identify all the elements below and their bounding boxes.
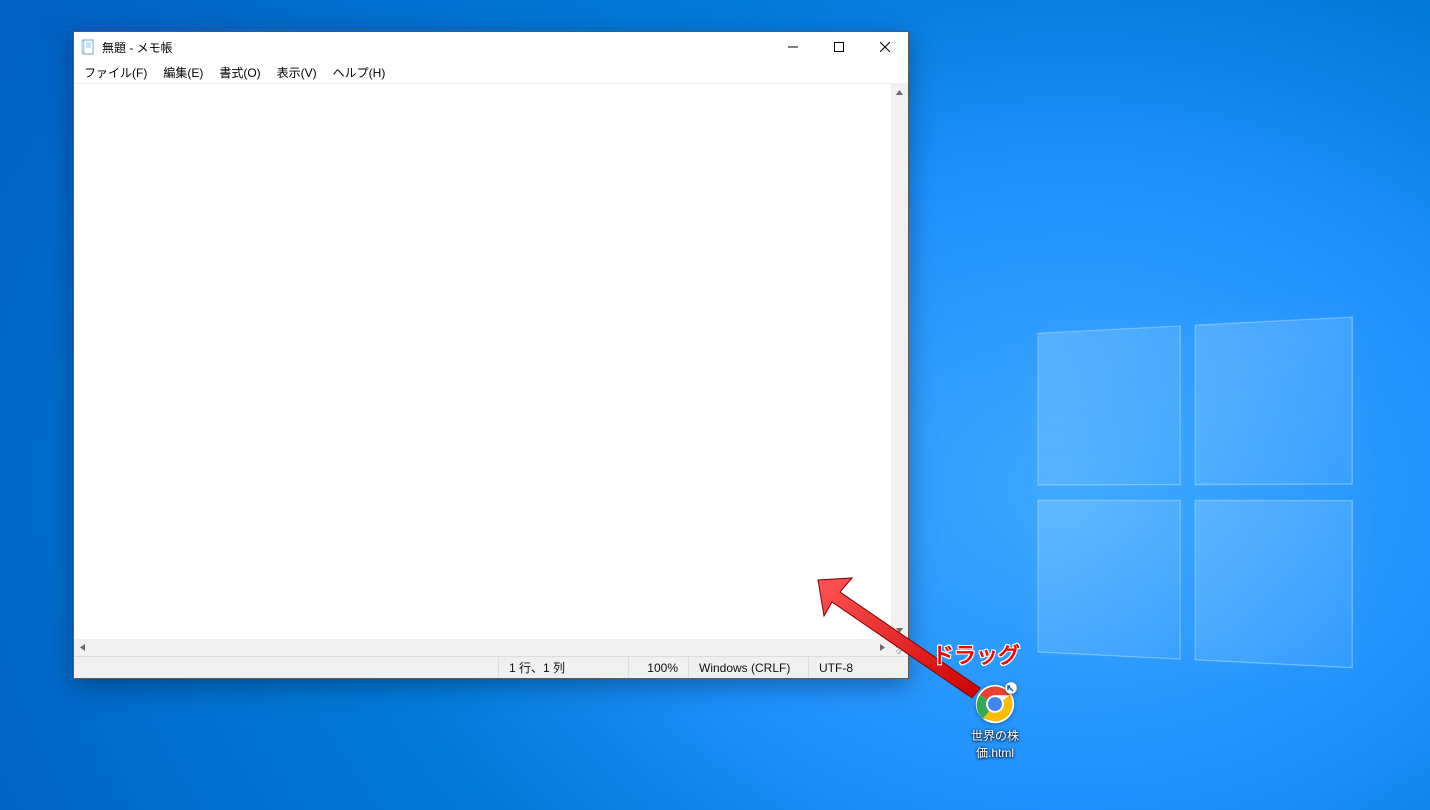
maximize-button[interactable] xyxy=(816,32,862,62)
windows-logo xyxy=(1038,316,1358,673)
menu-file[interactable]: ファイル(F) xyxy=(76,62,155,83)
scroll-up-icon[interactable] xyxy=(891,84,908,101)
annotation-label: ドラッグ xyxy=(932,638,1020,670)
horizontal-scrollbar[interactable] xyxy=(74,639,908,656)
titlebar[interactable]: 無題 - メモ帳 xyxy=(74,32,908,62)
status-position: 1 行、1 列 xyxy=(498,657,628,678)
notepad-window[interactable]: 無題 - メモ帳 ファイル(F) 編集(E) 書式(O) 表示(V) ヘルプ(H… xyxy=(73,31,909,679)
status-line-ending: Windows (CRLF) xyxy=(688,657,808,678)
statusbar: 1 行、1 列 100% Windows (CRLF) UTF-8 xyxy=(74,656,908,678)
desktop-file-label: 世界の株価.html xyxy=(955,727,1035,761)
desktop[interactable]: 無題 - メモ帳 ファイル(F) 編集(E) 書式(O) 表示(V) ヘルプ(H… xyxy=(0,0,1430,810)
status-encoding: UTF-8 xyxy=(808,657,908,678)
window-title: 無題 - メモ帳 xyxy=(102,39,173,56)
status-zoom: 100% xyxy=(628,657,688,678)
scroll-right-icon[interactable] xyxy=(874,639,891,656)
menu-help[interactable]: ヘルプ(H) xyxy=(325,62,394,83)
menu-format[interactable]: 書式(O) xyxy=(211,62,268,83)
minimize-button[interactable] xyxy=(770,32,816,62)
status-empty xyxy=(74,657,498,678)
menu-view[interactable]: 表示(V) xyxy=(269,62,325,83)
vscroll-track[interactable] xyxy=(891,101,908,622)
scroll-down-icon[interactable] xyxy=(891,622,908,639)
text-editor[interactable] xyxy=(74,84,891,639)
menu-edit[interactable]: 編集(E) xyxy=(155,62,211,83)
editor-area xyxy=(74,84,908,639)
shortcut-arrow-icon xyxy=(1004,681,1018,695)
notepad-icon xyxy=(80,39,96,55)
vertical-scrollbar[interactable] xyxy=(891,84,908,639)
close-button[interactable] xyxy=(862,32,908,62)
resize-grip-icon[interactable] xyxy=(891,639,908,656)
menubar: ファイル(F) 編集(E) 書式(O) 表示(V) ヘルプ(H) xyxy=(74,62,908,84)
scroll-left-icon[interactable] xyxy=(74,639,91,656)
chrome-html-icon xyxy=(974,683,1016,725)
hscroll-track[interactable] xyxy=(91,639,874,656)
desktop-file-icon[interactable]: 世界の株価.html xyxy=(955,683,1035,761)
